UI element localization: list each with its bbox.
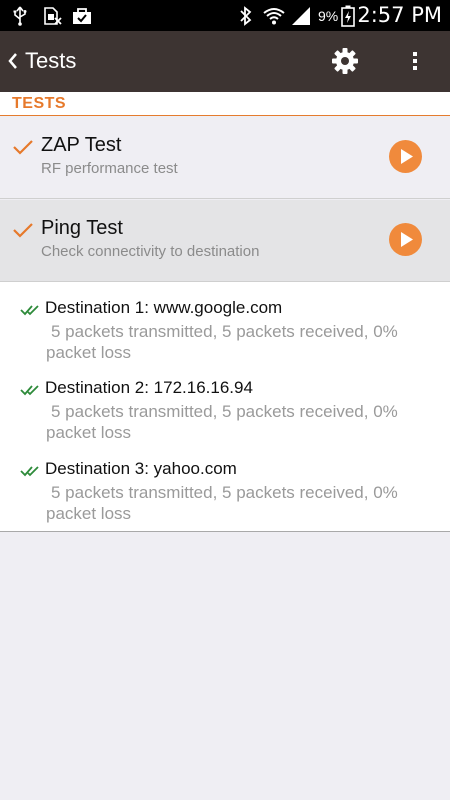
double-check-icon	[20, 383, 40, 396]
battery-percent: 9%	[318, 8, 339, 24]
check-icon	[12, 222, 34, 238]
bag-icon	[70, 5, 94, 27]
bluetooth-icon	[237, 5, 255, 27]
result-title: Destination 3: yahoo.com	[45, 459, 237, 478]
section-title: TESTS	[12, 95, 67, 112]
overflow-menu-icon[interactable]	[406, 46, 424, 76]
result-title: Destination 2: 172.16.16.94	[45, 378, 253, 397]
test-name: Ping Test	[41, 217, 123, 239]
result-title: Destination 1: www.google.com	[45, 298, 283, 317]
signal-icon	[290, 5, 312, 27]
test-name: ZAP Test	[41, 134, 122, 156]
test-row-ping[interactable]: Ping Test Check connectivity to destinat…	[0, 200, 450, 282]
wifi-icon	[262, 5, 286, 27]
test-description: Check connectivity to destination	[41, 243, 260, 260]
usb-icon	[10, 5, 30, 27]
result-detail: 5 packets transmitted, 5 packets receive…	[46, 402, 398, 442]
double-check-icon	[20, 464, 40, 477]
battery-charging-icon	[340, 5, 356, 27]
gear-icon[interactable]	[330, 46, 360, 76]
play-icon[interactable]	[389, 140, 422, 173]
result-detail: 5 packets transmitted, 5 packets receive…	[46, 322, 398, 362]
section-header: TESTS	[0, 92, 450, 116]
test-row-zap[interactable]: ZAP Test RF performance test	[0, 117, 450, 199]
play-icon[interactable]	[389, 223, 422, 256]
double-check-icon	[20, 303, 40, 316]
result-detail: 5 packets transmitted, 5 packets receive…	[46, 483, 398, 523]
clock: 2:57 PM	[357, 3, 442, 27]
check-icon	[12, 139, 34, 155]
action-bar: Tests	[0, 31, 450, 92]
page-title[interactable]: Tests	[25, 48, 76, 74]
sim-icon	[41, 5, 63, 27]
chevron-left-icon[interactable]	[6, 50, 20, 72]
status-bar: 9% 2:57 PM	[0, 0, 450, 31]
test-description: RF performance test	[41, 160, 178, 177]
ping-results: Destination 1: www.google.com 5 packets …	[0, 282, 450, 532]
